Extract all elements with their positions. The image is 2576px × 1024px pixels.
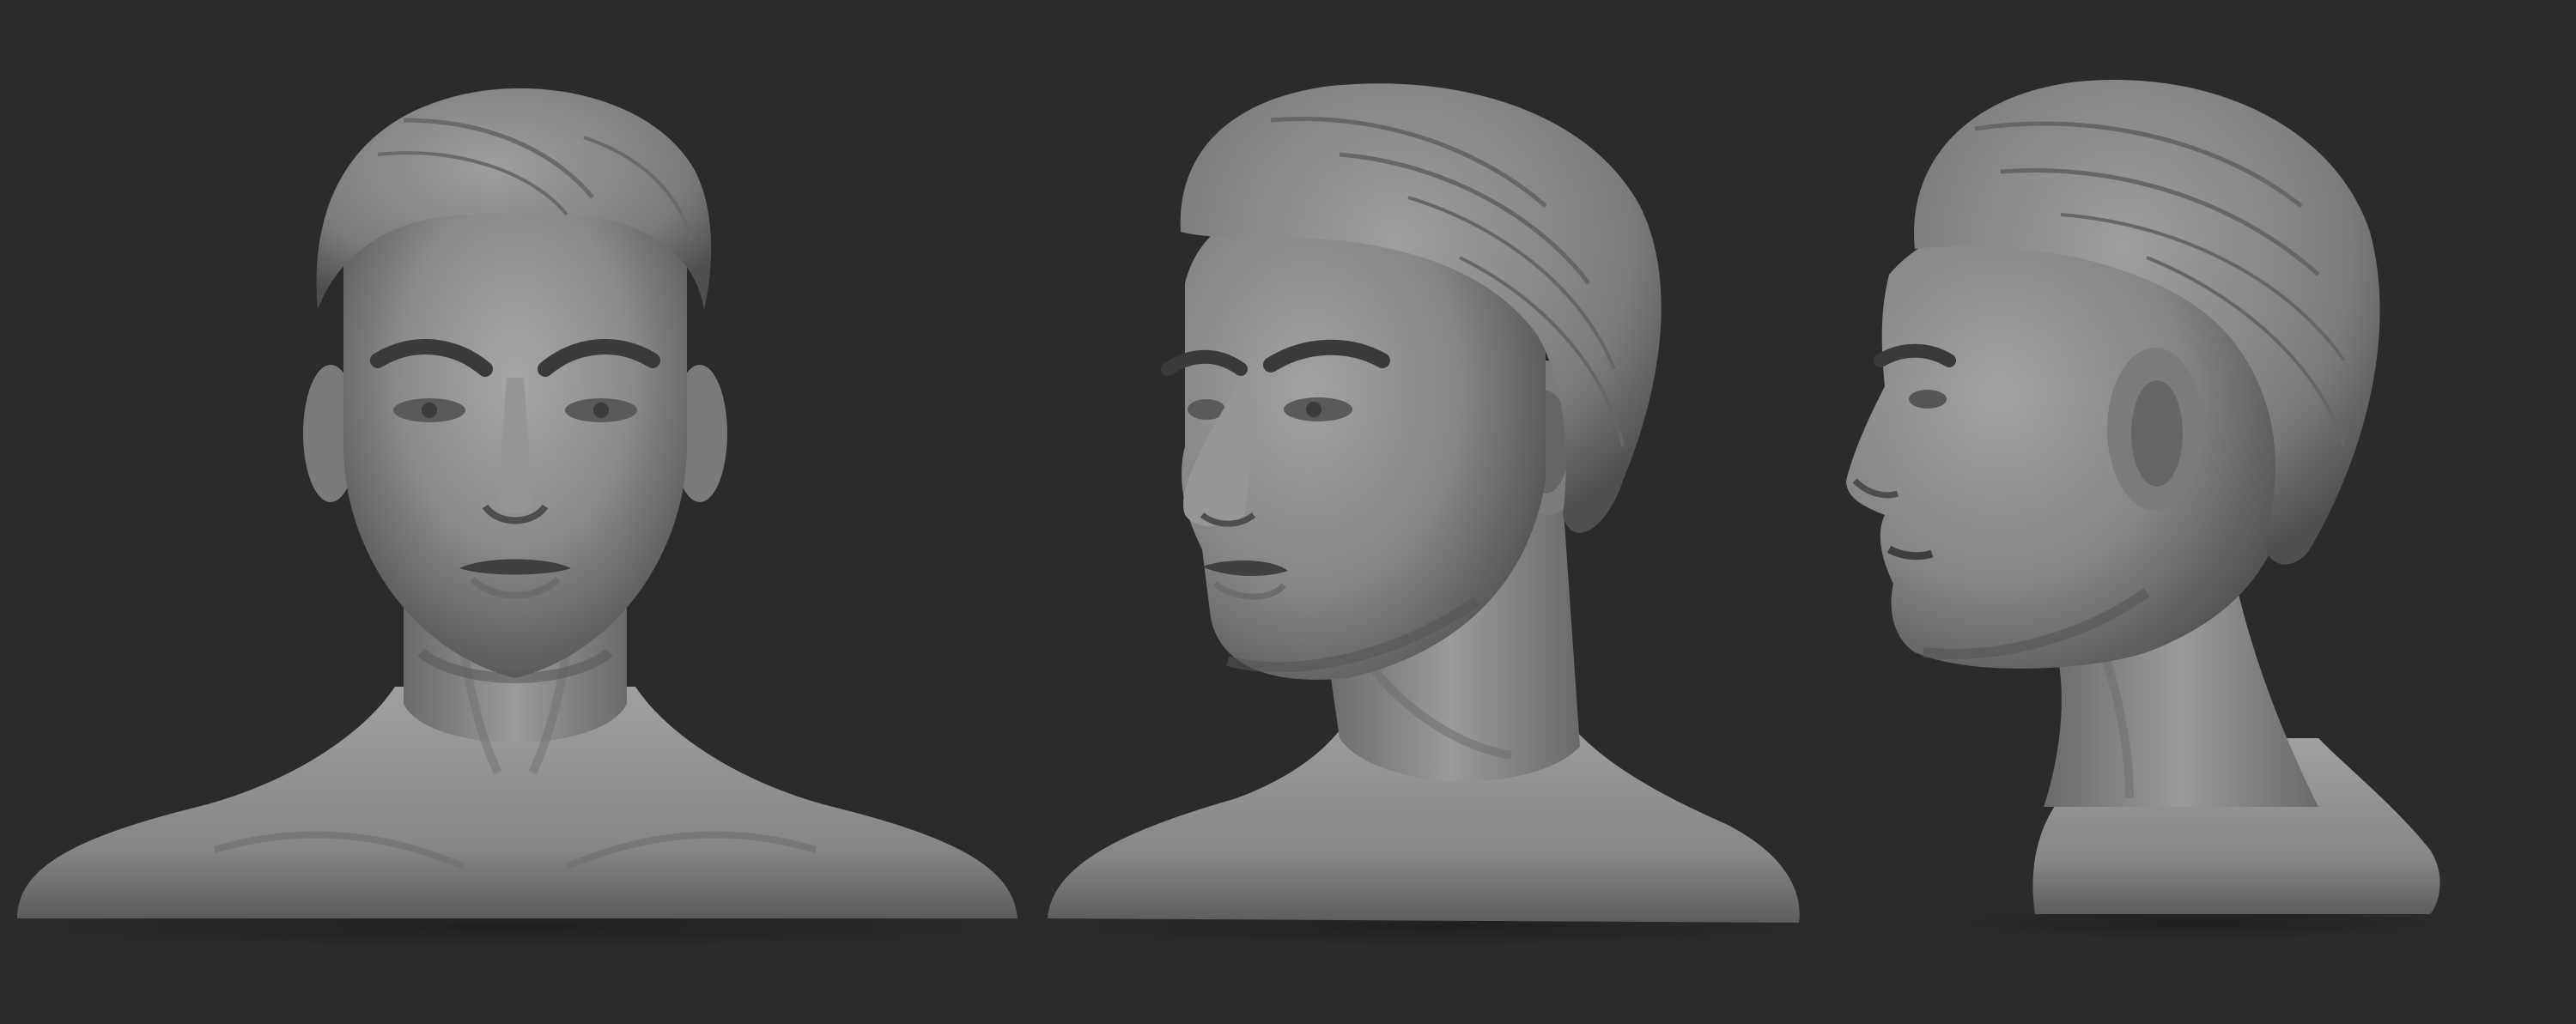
sculpt-bust-three-quarter-view	[1048, 83, 1820, 946]
sculpt-bust-profile-view	[1846, 79, 2456, 940]
sculpt-render	[0, 79, 2456, 948]
sculpt-viewport[interactable]	[0, 0, 2576, 1024]
sculpt-bust-front-view	[0, 88, 1029, 948]
